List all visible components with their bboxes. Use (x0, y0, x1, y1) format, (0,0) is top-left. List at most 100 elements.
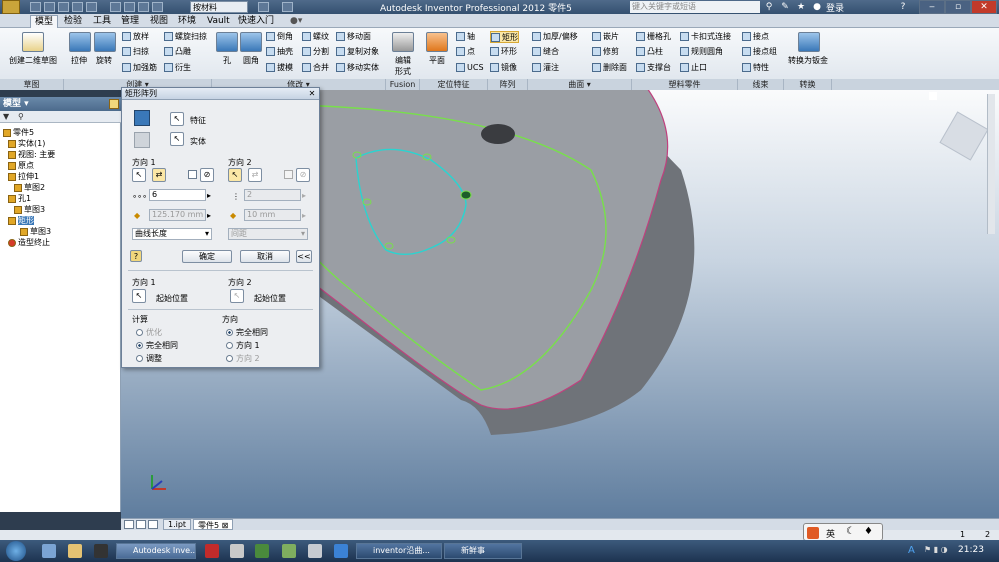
tools-icon[interactable]: ✎ (780, 2, 790, 12)
update-icon[interactable] (124, 2, 135, 12)
move-body-button[interactable]: 移动实体 (336, 62, 379, 74)
cascade-icon[interactable] (136, 520, 146, 529)
autodesk-tray-icon[interactable]: A (908, 545, 920, 557)
explorer-icon[interactable] (68, 544, 82, 558)
fillet-label[interactable]: 圆角 (236, 55, 266, 66)
convert-sheet-metal-label[interactable]: 转换为钣金 (784, 55, 832, 66)
undo-icon[interactable] (72, 2, 83, 12)
close-icon[interactable]: ⊠ (222, 521, 229, 530)
shell-button[interactable]: 抽壳 (266, 46, 293, 58)
dialog-close-icon[interactable]: ✕ (307, 89, 317, 99)
loft-button[interactable]: 放样 (122, 31, 149, 43)
inventor-app-icon[interactable] (2, 0, 20, 14)
tree-item-sketch2[interactable]: 草图2 (14, 182, 45, 193)
select-icon[interactable] (110, 2, 121, 12)
draft-button[interactable]: 拔模 (266, 62, 293, 74)
point-button[interactable]: 点 (456, 46, 475, 58)
solids-select-button[interactable]: ↖ (170, 132, 184, 146)
filter-icon[interactable]: ▼ (3, 112, 12, 121)
ok-button[interactable]: 确定 (182, 250, 232, 263)
orientation-dir2-radio[interactable]: 方向 2 (226, 353, 260, 364)
combine-button[interactable]: 合并 (302, 62, 329, 74)
split-button[interactable]: 分割 (302, 46, 329, 58)
rib-button[interactable]: 加强筋 (122, 62, 157, 74)
property-button[interactable]: 特性 (742, 62, 769, 74)
extrude-icon[interactable] (69, 32, 91, 52)
new-icon[interactable] (30, 2, 41, 12)
app2-icon[interactable] (282, 544, 296, 558)
start1-select-button[interactable]: ↖ (132, 289, 146, 303)
direction2-midplane-icon[interactable]: ⊘ (296, 168, 310, 182)
appearance-icon[interactable] (258, 2, 269, 12)
shirt-icon[interactable]: ♦ (864, 526, 873, 537)
plane-label[interactable]: 平面 (420, 55, 454, 66)
fillet-icon[interactable] (240, 32, 262, 52)
cancel-button[interactable]: 取消 (240, 250, 290, 263)
doc-tab-part5[interactable]: 零件5 ⊠ (193, 519, 234, 530)
sculpt-button[interactable]: 嵌片 (592, 31, 619, 43)
open-icon[interactable] (44, 2, 55, 12)
sweep-button[interactable]: 扫掠 (122, 46, 149, 58)
acrobat-icon[interactable] (205, 544, 219, 558)
find-icon[interactable]: ⚲ (18, 112, 27, 121)
direction2-count-arrow-icon[interactable]: ▸ (302, 191, 306, 200)
direction1-midplane-icon[interactable]: ⊘ (200, 168, 214, 182)
tree-item-origin[interactable]: 原点 (8, 160, 34, 171)
start-button[interactable] (6, 541, 26, 561)
pattern-features-icon[interactable] (134, 110, 150, 126)
ucs-button[interactable]: UCS (456, 62, 484, 74)
tree-item-hole1[interactable]: 孔1 (8, 193, 31, 204)
direction1-spacing-input[interactable]: 125.170 mm (149, 209, 206, 221)
ie-icon[interactable] (334, 544, 348, 558)
convert-sheet-metal-icon[interactable] (798, 32, 820, 52)
direction2-count-input[interactable]: 2 (244, 189, 301, 201)
navigation-bar[interactable] (987, 94, 995, 234)
app-icon[interactable] (255, 544, 269, 558)
compute-optimize-radio[interactable]: 优化 (136, 327, 162, 338)
redo-icon[interactable] (86, 2, 97, 12)
edit-form-label[interactable]: 编辑 形式 (386, 55, 420, 77)
home-view-icon[interactable] (929, 92, 937, 100)
coil-button[interactable]: 螺旋扫掠 (164, 31, 207, 43)
help-icon[interactable]: ? (130, 250, 142, 262)
compute-adjust-radio[interactable]: 调整 (136, 353, 162, 364)
tab-vault[interactable]: Vault (203, 15, 234, 28)
direction1-midplane-checkbox[interactable] (188, 170, 197, 179)
orientation-identical-radio[interactable]: 完全相同 (226, 327, 268, 338)
axis-button[interactable]: 轴 (456, 31, 475, 43)
copy-object-button[interactable]: 复制对象 (336, 46, 379, 58)
features-select-button[interactable]: ↖ (170, 112, 184, 126)
plane-icon[interactable] (426, 32, 448, 52)
tab-manage[interactable]: 管理 (117, 15, 143, 28)
boss-button[interactable]: 凸柱 (636, 46, 663, 58)
patch-button[interactable]: 灌注 (532, 62, 559, 74)
tree-item-view[interactable]: 视图: 主要 (8, 149, 55, 160)
direction2-flip-button[interactable]: ⇄ (248, 168, 262, 182)
chamfer-button[interactable]: 倒角 (266, 31, 293, 43)
direction1-count-arrow-icon[interactable]: ▸ (207, 191, 211, 200)
tree-item-pattern[interactable]: 矩形 (8, 215, 34, 226)
thicken-button[interactable]: 加厚/偏移 (532, 31, 578, 43)
trim-button[interactable]: 修剪 (592, 46, 619, 58)
properties-icon[interactable] (138, 2, 149, 12)
ime-mode[interactable]: 英 (826, 527, 835, 540)
maximize-button[interactable]: ▫ (945, 0, 971, 14)
moon-icon[interactable]: ☾ (846, 526, 855, 537)
rest-button[interactable]: 支撑台 (636, 62, 671, 74)
browser-title[interactable]: 模型 ▾ (0, 97, 121, 111)
direction2-midplane-checkbox[interactable] (284, 170, 293, 179)
rule-fillet-button[interactable]: 规则圆角 (680, 46, 723, 58)
less-button[interactable]: << (296, 250, 312, 263)
emboss-button[interactable]: 凸雕 (164, 46, 191, 58)
measure-icon[interactable] (152, 2, 163, 12)
ie-quick-icon[interactable] (42, 544, 56, 558)
arrange-icon[interactable] (148, 520, 158, 529)
thread-button[interactable]: 螺纹 (302, 31, 329, 43)
login-link[interactable]: 登录 (826, 1, 844, 14)
delete-face-button[interactable]: 删除面 (592, 62, 627, 74)
splice-group-button[interactable]: 接点组 (742, 46, 777, 58)
star-icon[interactable]: ★ (796, 2, 806, 12)
stitch-button[interactable]: 缝合 (532, 46, 559, 58)
binoculars-icon[interactable]: ⚲ (764, 2, 774, 12)
direction2-spacing-arrow-icon[interactable]: ▸ (302, 211, 306, 220)
